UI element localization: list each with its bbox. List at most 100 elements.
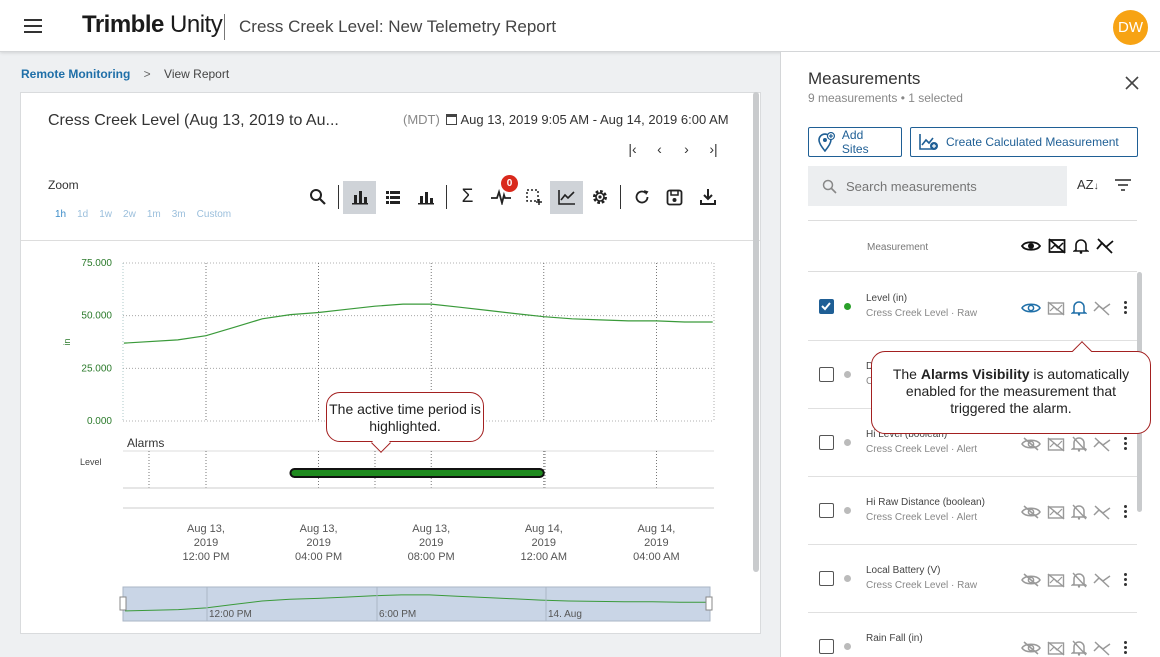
measurement-row[interactable]: Local Battery (V) Cress Creek Level · Raw [808, 545, 1137, 613]
x-tick-label: Aug 14, 2019 12:00 AM [521, 523, 567, 563]
select-area-icon[interactable] [517, 181, 550, 214]
navigator-right-handle[interactable] [705, 596, 713, 611]
trend-off-icon[interactable] [1093, 572, 1111, 593]
navigator-label: 14. Aug [548, 609, 582, 620]
x-tick-label: Aug 13, 2019 12:00 PM [182, 523, 229, 563]
zoom-1w[interactable]: 1w [99, 209, 112, 220]
zoom-1d[interactable]: 1d [77, 209, 88, 220]
alarm-bell-icon[interactable] [1070, 504, 1088, 525]
zoom-3m[interactable]: 3m [172, 209, 186, 220]
user-avatar[interactable]: DW [1113, 10, 1148, 45]
brand-logo[interactable]: Trimble Unity [82, 11, 223, 39]
zoom-1m[interactable]: 1m [147, 209, 161, 220]
chart-visibility-off-icon[interactable] [1047, 640, 1065, 657]
chart-visibility-off-icon[interactable] [1047, 300, 1065, 321]
stacked-bar-icon[interactable] [409, 181, 442, 214]
settings-gear-icon[interactable] [583, 181, 616, 214]
x-axis-ticks: Aug 13, 2019 12:00 PM Aug 13, 2019 04:00 PM Au… [182, 523, 679, 563]
more-options-icon[interactable] [1124, 301, 1128, 316]
level-series-line[interactable] [123, 303, 713, 344]
measurement-checkbox[interactable] [819, 435, 834, 450]
trend-off-icon[interactable] [1096, 238, 1114, 254]
sort-az-icon[interactable]: AZ↓ [1077, 177, 1099, 192]
trend-off-icon[interactable] [1093, 504, 1111, 525]
trend-off-icon[interactable] [1093, 436, 1111, 457]
trend-off-icon[interactable] [1093, 640, 1111, 657]
line-chart-icon[interactable] [550, 180, 583, 214]
create-calculated-measurement-button[interactable]: Create Calculated Measurement [910, 127, 1138, 157]
toolbar-divider [338, 185, 339, 209]
visibility-eye-icon[interactable] [1021, 301, 1041, 320]
measurement-row[interactable]: Rain Fall (in) [808, 613, 1137, 657]
chart-visibility-off-icon[interactable] [1047, 504, 1065, 525]
chart-visibility-off-icon[interactable] [1048, 238, 1066, 254]
visibility-eye-icon[interactable] [1021, 505, 1041, 524]
status-dot [844, 575, 851, 582]
save-icon[interactable] [658, 181, 691, 214]
refresh-icon[interactable] [625, 181, 658, 214]
measurement-row[interactable]: Hi Raw Distance (boolean) Cress Creek Lev… [808, 477, 1137, 545]
filter-icon[interactable] [1115, 178, 1131, 197]
alarm-bell-icon[interactable] [1070, 640, 1088, 657]
zoom-2w[interactable]: 2w [123, 209, 136, 220]
breadcrumb: Remote Monitoring > View Report [21, 67, 229, 81]
visibility-eye-icon[interactable] [1021, 238, 1041, 254]
breadcrumb-remote-monitoring[interactable]: Remote Monitoring [21, 67, 130, 81]
events-icon[interactable]: 0 [484, 174, 518, 214]
y-tick-label: 50.000 [81, 311, 112, 322]
measurement-source: Cress Creek Level · Raw [866, 308, 978, 319]
visibility-eye-icon[interactable] [1021, 573, 1041, 592]
events-badge: 0 [501, 174, 518, 192]
measurement-checkbox[interactable] [819, 639, 834, 654]
brand-divider [224, 14, 225, 40]
chart-visibility-off-icon[interactable] [1047, 436, 1065, 457]
list-view-icon[interactable] [376, 181, 409, 214]
breadcrumb-separator: > [143, 67, 151, 81]
more-options-icon[interactable] [1124, 437, 1128, 452]
last-page-icon[interactable]: ›| [706, 141, 721, 157]
alarm-bell-icon[interactable] [1073, 238, 1089, 254]
measurement-checkbox[interactable] [819, 299, 834, 314]
visibility-eye-icon[interactable] [1021, 641, 1041, 657]
create-calculated-label: Create Calculated Measurement [946, 135, 1119, 149]
measurement-checkbox[interactable] [819, 367, 834, 382]
alarm-bell-icon[interactable] [1070, 300, 1088, 321]
sort-label: AZ [1077, 177, 1094, 192]
navigator-left-handle[interactable] [119, 596, 127, 611]
measurement-row[interactable]: Level (in) Cress Creek Level · Raw [808, 273, 1137, 341]
card-scrollbar[interactable] [753, 92, 759, 572]
bar-chart-icon[interactable] [343, 180, 376, 214]
previous-icon[interactable]: ‹ [652, 141, 667, 157]
chart-card: Cress Creek Level (Aug 13, 2019 to Au...… [20, 92, 761, 634]
close-icon[interactable] [1125, 76, 1141, 92]
measurement-checkbox[interactable] [819, 503, 834, 518]
download-icon[interactable] [691, 181, 724, 214]
app-header: Trimble Unity Cress Creek Level: New Tel… [0, 0, 1160, 52]
first-page-icon[interactable]: |‹ [625, 141, 640, 157]
trend-off-icon[interactable] [1093, 300, 1111, 321]
alarm-active-period-bar[interactable] [289, 468, 545, 478]
zoom-custom[interactable]: Custom [197, 209, 231, 220]
more-options-icon[interactable] [1124, 641, 1128, 656]
more-options-icon[interactable] [1124, 505, 1128, 520]
active-period-callout-text: The active time period is highlighted. [329, 401, 481, 434]
chart-visibility-off-icon[interactable] [1047, 572, 1065, 593]
next-icon[interactable]: › [679, 141, 694, 157]
breadcrumb-current: View Report [164, 67, 230, 81]
measurement-name: Level (in) [866, 293, 908, 304]
alarm-bell-icon[interactable] [1070, 572, 1088, 593]
calendar-icon [446, 114, 458, 125]
search-input[interactable] [846, 178, 1056, 194]
measurement-checkbox[interactable] [819, 571, 834, 586]
add-sites-button[interactable]: Add Sites [808, 127, 902, 157]
alarm-bell-icon[interactable] [1070, 436, 1088, 457]
more-options-icon[interactable] [1124, 573, 1128, 588]
sum-icon[interactable]: Σ [451, 181, 484, 214]
visibility-eye-icon[interactable] [1021, 437, 1041, 456]
hamburger-menu-icon[interactable] [22, 16, 44, 36]
date-range[interactable]: (MDT) Aug 13, 2019 9:05 AM - Aug 14, 201… [403, 112, 729, 127]
chart-title: Cress Creek Level (Aug 13, 2019 to Au... [48, 112, 339, 129]
measurement-name: Local Battery (V) [866, 565, 941, 576]
zoom-1h[interactable]: 1h [55, 209, 66, 220]
search-chart-icon[interactable] [301, 181, 334, 214]
